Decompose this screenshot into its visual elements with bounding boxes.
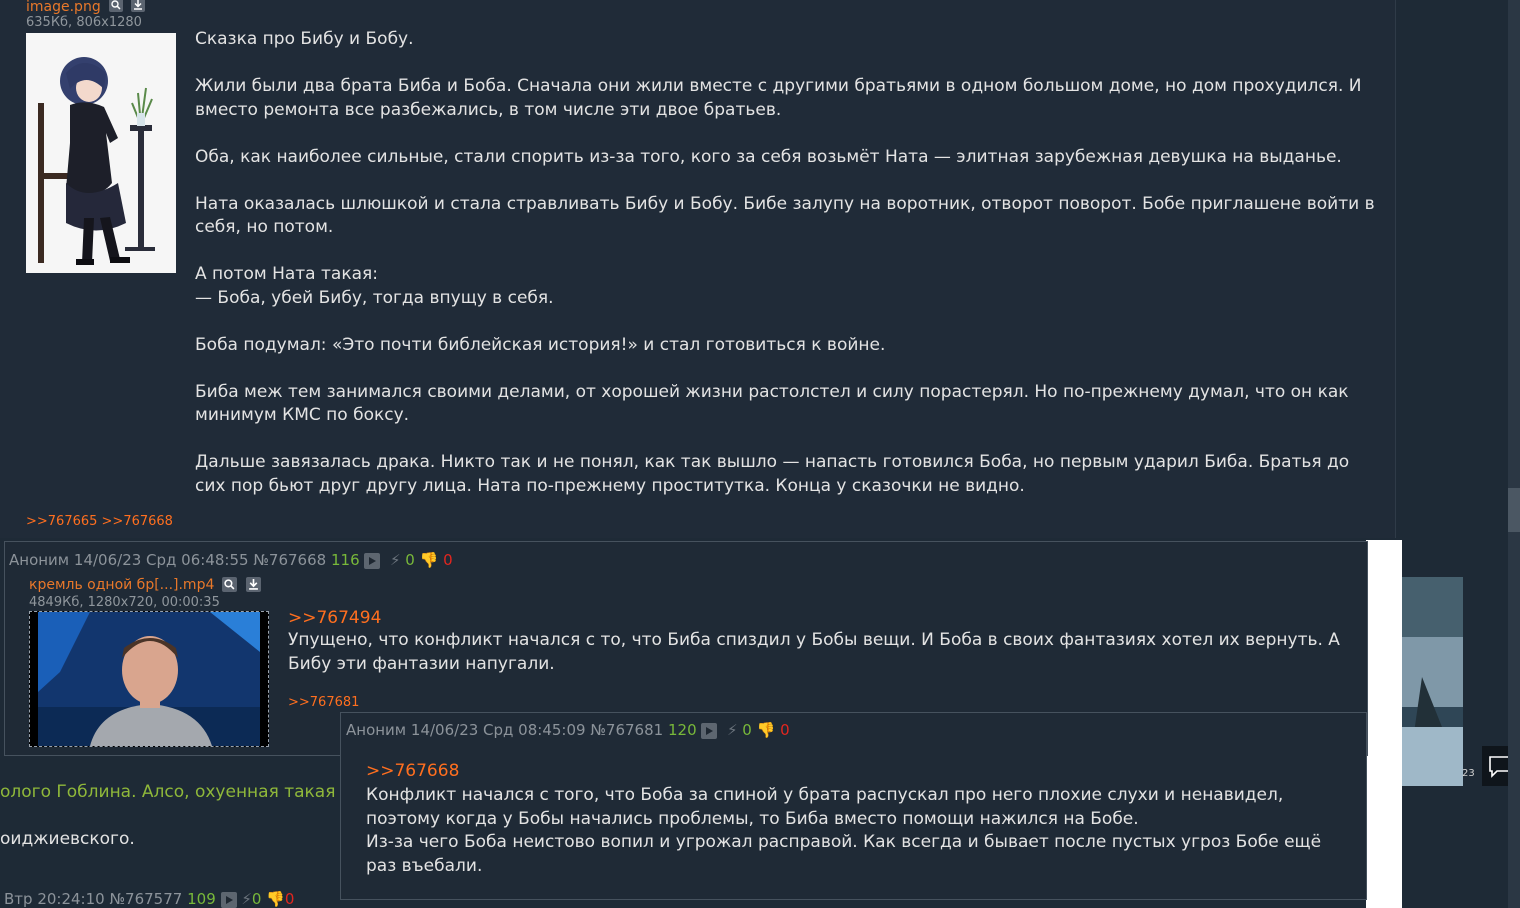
side-panel xyxy=(1366,540,1402,908)
post-text: Упущено, что конфликт начался с то, что … xyxy=(288,630,1340,674)
reply-popup-767681: Аноним 14/06/23 Срд 08:45:09 №767681 120… xyxy=(340,712,1367,900)
download-icon[interactable] xyxy=(130,0,145,12)
post-text: Из-за чего Боба неистово вопил и угрожал… xyxy=(366,832,1322,876)
dislike-count: 0 xyxy=(780,721,790,739)
quote-link[interactable]: >>767668 xyxy=(366,761,459,781)
file-meta: 635Кб, 806x1280 xyxy=(26,15,142,30)
dislike-count: 0 xyxy=(443,551,453,569)
like-icon[interactable]: ⚡ xyxy=(727,721,738,739)
quote-link[interactable]: >>767494 xyxy=(288,608,381,628)
post-image-thumbnail[interactable] xyxy=(26,33,176,273)
post-number[interactable]: №767668 xyxy=(253,551,326,569)
background-post-date: Втр 20:24:10 №767577 xyxy=(4,890,183,908)
file-info: image.png xyxy=(26,0,145,15)
post-date: 14/06/23 Срд 06:48:55 xyxy=(73,551,249,569)
scrollbar-track[interactable] xyxy=(1508,0,1520,908)
post-paragraph: Сказка про Бибу и Бобу. xyxy=(195,29,414,49)
file-name-link[interactable]: image.png xyxy=(26,0,101,15)
dislike-count: 0 xyxy=(284,890,295,908)
post-number[interactable]: №767681 xyxy=(590,721,663,739)
side-video-thumbnail[interactable] xyxy=(1402,577,1463,786)
like-count: 0 xyxy=(742,721,752,739)
post-replies-links[interactable]: >>767681 xyxy=(288,695,359,710)
post-count: 120 xyxy=(667,721,697,739)
play-icon[interactable] xyxy=(220,891,237,908)
search-icon[interactable] xyxy=(108,0,123,12)
post-header: Аноним 14/06/23 Срд 08:45:09 №767681 120… xyxy=(346,721,790,739)
post-paragraph: Дальше завязалась драка. Никто так и не … xyxy=(195,452,1355,496)
background-post-header: Втр 20:24:10 №767577 109 ⚡0 👎0 xyxy=(0,876,340,908)
dislike-icon[interactable]: 👎 xyxy=(266,890,285,908)
video-thumbnail[interactable] xyxy=(29,611,269,747)
post-header: Аноним 14/06/23 Срд 06:48:55 №767668 116… xyxy=(9,551,453,569)
search-icon[interactable] xyxy=(222,577,238,592)
dislike-icon[interactable]: 👎 xyxy=(757,721,776,739)
download-icon[interactable] xyxy=(245,577,261,592)
play-icon[interactable] xyxy=(701,722,718,739)
post-paragraph: Жили были два брата Биба и Боба. Сначала… xyxy=(195,76,1367,120)
post-paragraph: Оба, как наиболее сильные, стали спорить… xyxy=(195,146,1342,167)
post-text-block: Конфликт начался с того, что Боба за спи… xyxy=(366,784,1351,878)
like-icon[interactable]: ⚡ xyxy=(241,890,252,908)
like-count: 0 xyxy=(251,890,262,908)
post-date: 14/06/23 Срд 08:45:09 xyxy=(410,721,586,739)
post-text: Конфликт начался с того, что Боба за спи… xyxy=(366,785,1284,829)
play-icon[interactable] xyxy=(364,552,381,569)
file-info: кремль одной бр[...].mp4 xyxy=(29,574,261,593)
background-post-text: олого Гоблина. Алсо, охуенная такая стр xyxy=(0,782,371,802)
side-video-label: 23 xyxy=(1462,768,1475,779)
file-name-link[interactable]: кремль одной бр[...].mp4 xyxy=(29,577,214,593)
background-post-count: 109 xyxy=(187,890,216,908)
post-paragraph: Боба подумал: «Это почти библейская исто… xyxy=(195,334,886,355)
post-count: 116 xyxy=(330,551,360,569)
post-replies-links[interactable]: >>767665 >>767668 xyxy=(26,514,173,529)
post-paragraph: А потом Ната такая: — Боба, убей Бибу, т… xyxy=(195,264,554,308)
background-post-text: оиджиевского. xyxy=(0,829,135,849)
like-count: 0 xyxy=(405,551,415,569)
file-meta: 4849Кб, 1280x720, 00:00:35 xyxy=(29,595,220,610)
like-icon[interactable]: ⚡ xyxy=(390,551,401,569)
post-paragraph: Ната оказалась шлюшкой и стала стравлива… xyxy=(195,193,1375,238)
poster-name: Аноним xyxy=(346,721,407,739)
scrollbar-thumb[interactable] xyxy=(1508,488,1520,532)
poster-name: Аноним xyxy=(9,551,70,569)
dislike-icon[interactable]: 👎 xyxy=(420,551,439,569)
post-body: Сказка про Бибу и Бобу. Жили были два бр… xyxy=(195,28,1375,522)
post-paragraph: Биба меж тем занимался своими делами, от… xyxy=(195,381,1354,426)
